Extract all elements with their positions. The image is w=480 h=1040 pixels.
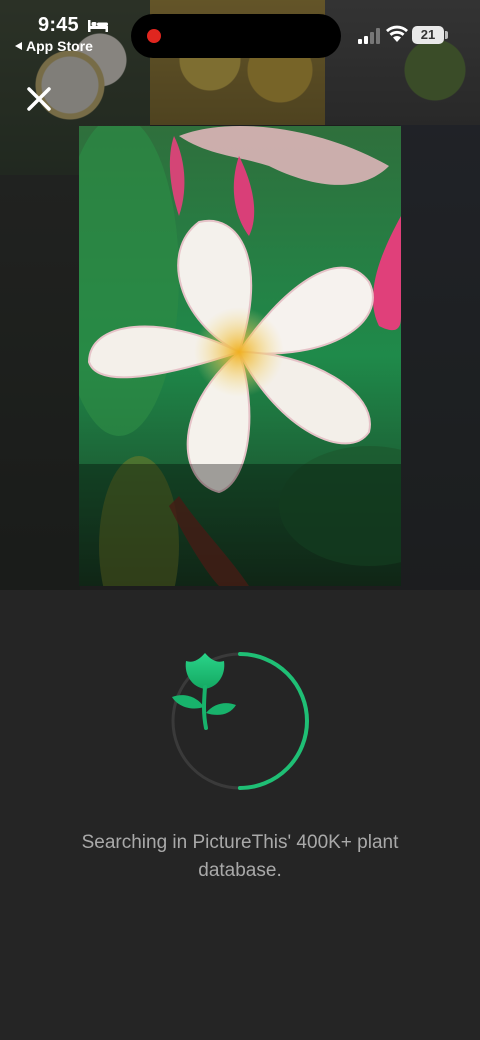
status-time: 9:45 bbox=[38, 14, 79, 36]
battery-nub bbox=[445, 31, 448, 39]
back-to-app-store[interactable]: App Store bbox=[15, 38, 93, 54]
wifi-icon bbox=[386, 25, 408, 42]
scan-line-overlay bbox=[79, 464, 401, 586]
plant-logo-icon bbox=[172, 653, 236, 730]
dynamic-island bbox=[131, 14, 341, 58]
scan-progress-ring bbox=[170, 651, 310, 791]
sleep-focus-icon bbox=[88, 20, 108, 32]
recording-indicator-icon bbox=[147, 29, 161, 43]
close-icon[interactable] bbox=[22, 82, 56, 116]
status-bar: 9:45 App Store 21 bbox=[0, 0, 480, 60]
scanned-plant-photo bbox=[79, 126, 401, 586]
cellular-signal-icon bbox=[358, 28, 380, 44]
battery-indicator: 21 bbox=[412, 26, 444, 44]
back-arrow-icon bbox=[15, 42, 22, 50]
searching-message: Searching in PictureThis' 400K+ plant da… bbox=[81, 832, 399, 881]
back-app-label: App Store bbox=[26, 38, 93, 54]
